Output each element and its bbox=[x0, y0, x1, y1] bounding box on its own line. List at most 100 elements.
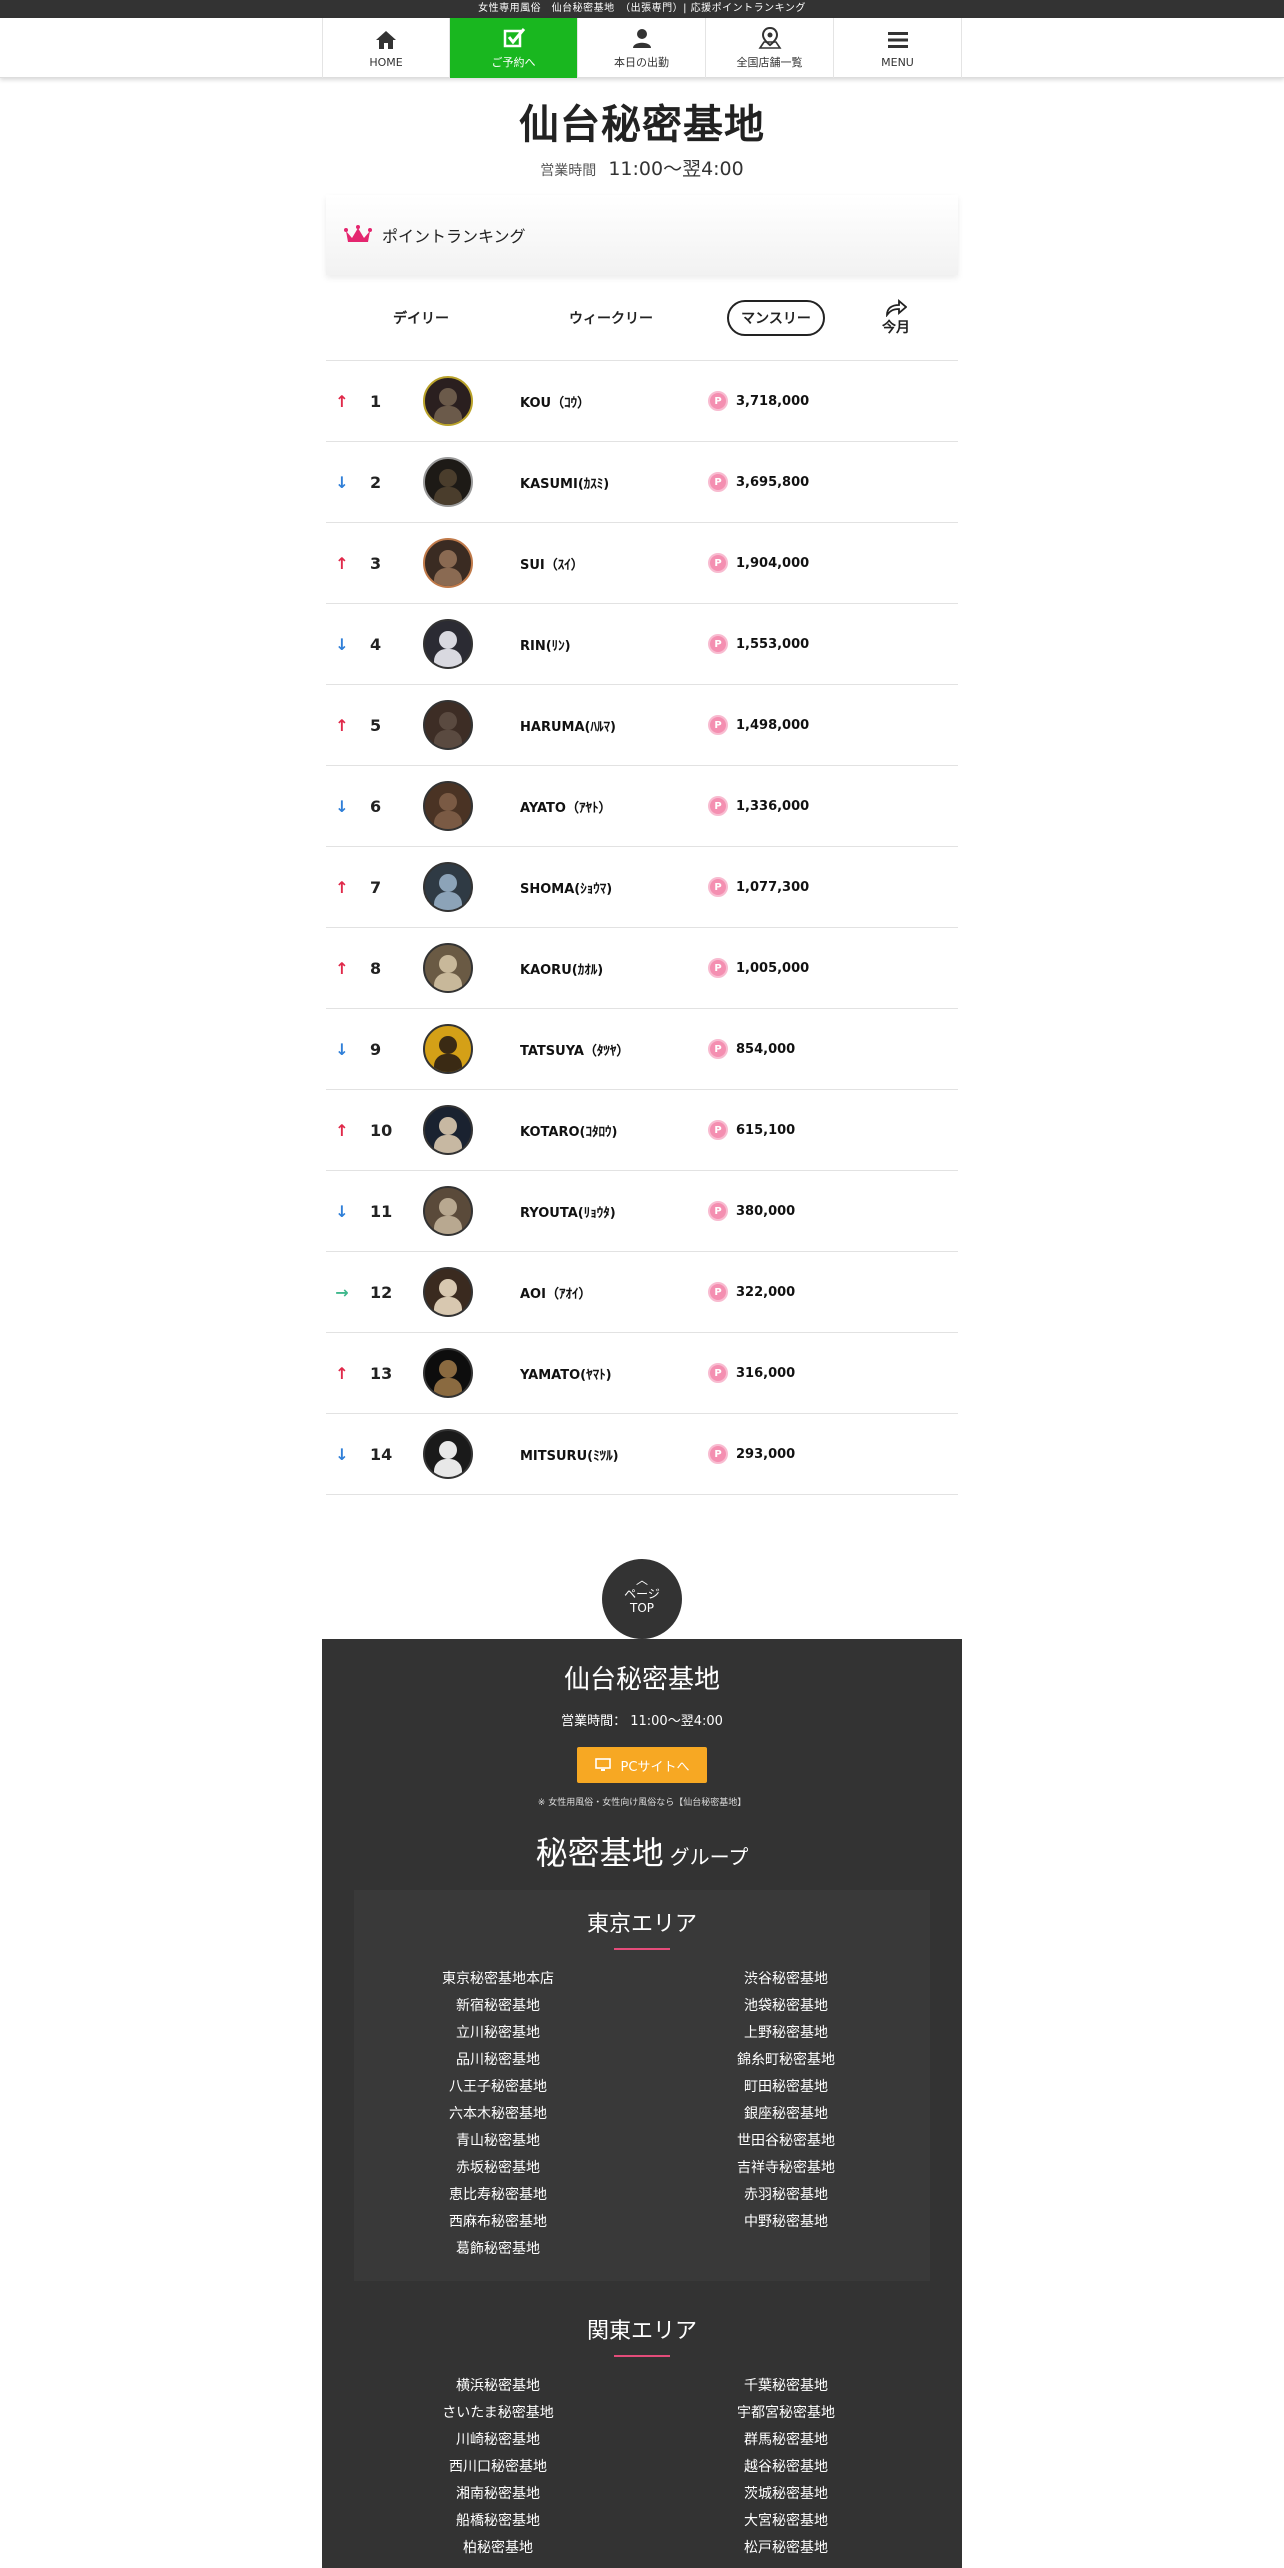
therapist-name[interactable]: SHOMA(ｼｮｳﾏ) bbox=[488, 878, 708, 897]
store-link[interactable]: 横浜秘密基地 bbox=[354, 2373, 642, 2400]
therapist-name[interactable]: TATSUYA（ﾀﾂﾔ） bbox=[488, 1040, 708, 1059]
store-link[interactable]: 松戸秘密基地 bbox=[642, 2535, 930, 2562]
therapist-name[interactable]: KOU（ｺｳ） bbox=[488, 392, 708, 411]
avatar[interactable] bbox=[423, 781, 473, 831]
points: P 380,000 bbox=[708, 1201, 795, 1221]
ranking-row[interactable]: ↑ 10 KOTARO(ｺﾀﾛｳ) P 615,100 bbox=[326, 1090, 958, 1171]
therapist-name[interactable]: RIN(ﾘﾝ) bbox=[488, 635, 708, 654]
avatar[interactable] bbox=[423, 457, 473, 507]
ranking-row[interactable]: ↑ 5 HARUMA(ﾊﾙﾏ) P 1,498,000 bbox=[326, 685, 958, 766]
therapist-name[interactable]: HARUMA(ﾊﾙﾏ) bbox=[488, 716, 708, 735]
avatar[interactable] bbox=[423, 862, 473, 912]
avatar[interactable] bbox=[423, 619, 473, 669]
store-link[interactable]: 八王子秘密基地 bbox=[354, 2074, 642, 2101]
avatar[interactable] bbox=[423, 1024, 473, 1074]
store-link[interactable]: 新宿秘密基地 bbox=[354, 1993, 642, 2020]
store-link[interactable]: 町田秘密基地 bbox=[642, 2074, 930, 2101]
avatar[interactable] bbox=[423, 1348, 473, 1398]
period-this-month[interactable]: 今月 bbox=[846, 298, 946, 337]
tokyo-area-title: 東京エリア bbox=[586, 1912, 697, 1937]
rank-number: 13 bbox=[370, 1363, 393, 1383]
avatar[interactable] bbox=[423, 1186, 473, 1236]
store-link[interactable]: 湘南秘密基地 bbox=[354, 2481, 642, 2508]
avatar[interactable] bbox=[423, 376, 473, 426]
store-link[interactable]: 恵比寿秘密基地 bbox=[354, 2182, 642, 2209]
ranking-row[interactable]: ↓ 2 KASUMI(ｶｽﾐ) P 3,695,800 bbox=[326, 442, 958, 523]
avatar[interactable] bbox=[423, 943, 473, 993]
store-link[interactable]: 上野秘密基地 bbox=[642, 2020, 930, 2047]
therapist-name[interactable]: MITSURU(ﾐﾂﾙ) bbox=[488, 1445, 708, 1464]
store-link[interactable]: 大宮秘密基地 bbox=[642, 2508, 930, 2535]
tab-weekly[interactable]: ウィークリー bbox=[516, 308, 706, 328]
store-link[interactable]: 宇都宮秘密基地 bbox=[642, 2400, 930, 2427]
rank-number: 3 bbox=[370, 553, 382, 573]
ranking-row[interactable]: ↑ 3 SUI（ｽｲ） P 1,904,000 bbox=[326, 523, 958, 604]
avatar[interactable] bbox=[423, 538, 473, 588]
therapist-name[interactable]: SUI（ｽｲ） bbox=[488, 554, 708, 573]
avatar[interactable] bbox=[423, 700, 473, 750]
store-link[interactable]: 六本木秘密基地 bbox=[354, 2101, 642, 2128]
tab-monthly[interactable]: マンスリー bbox=[706, 299, 846, 336]
ranking-row[interactable]: ↓ 6 AYATO（ｱﾔﾄ） P 1,336,000 bbox=[326, 766, 958, 847]
store-link[interactable]: 柏秘密基地 bbox=[354, 2535, 642, 2562]
avatar[interactable] bbox=[423, 1105, 473, 1155]
store-link[interactable]: 渋谷秘密基地 bbox=[642, 1966, 930, 1993]
ranking-row[interactable]: ↓ 9 TATSUYA（ﾀﾂﾔ） P 854,000 bbox=[326, 1009, 958, 1090]
store-link[interactable]: 赤坂秘密基地 bbox=[354, 2155, 642, 2182]
store-link[interactable]: 越谷秘密基地 bbox=[642, 2454, 930, 2481]
store-link[interactable]: 錦糸町秘密基地 bbox=[642, 2047, 930, 2074]
store-link[interactable]: 品川秘密基地 bbox=[354, 2047, 642, 2074]
store-link[interactable]: 西麻布秘密基地 bbox=[354, 2209, 642, 2236]
ranking-row[interactable]: ↑ 8 KAORU(ｶｵﾙ) P 1,005,000 bbox=[326, 928, 958, 1009]
therapist-name[interactable]: KAORU(ｶｵﾙ) bbox=[488, 959, 708, 978]
points-value: 316,000 bbox=[736, 1365, 796, 1381]
store-link[interactable]: 世田谷秘密基地 bbox=[642, 2128, 930, 2155]
trend-arrow-icon: ↑ bbox=[335, 1120, 349, 1140]
store-link[interactable]: 川崎秘密基地 bbox=[354, 2427, 642, 2454]
store-link[interactable]: さいたま秘密基地 bbox=[354, 2400, 642, 2427]
store-link[interactable]: 葛飾秘密基地 bbox=[354, 2236, 642, 2263]
page-top-button[interactable]: ︿ ページ TOP bbox=[602, 1559, 682, 1639]
store-link[interactable]: 銀座秘密基地 bbox=[642, 2101, 930, 2128]
ranking-row[interactable]: ↑ 1 KOU（ｺｳ） P 3,718,000 bbox=[326, 361, 958, 442]
store-link[interactable]: 吉祥寺秘密基地 bbox=[642, 2155, 930, 2182]
nav-today[interactable]: 本日の出勤 bbox=[578, 18, 706, 78]
store-link[interactable]: 青山秘密基地 bbox=[354, 2128, 642, 2155]
nav-menu[interactable]: MENU bbox=[834, 18, 962, 78]
kanto-area-title: 関東エリア bbox=[586, 2319, 697, 2344]
ranking-row[interactable]: ↑ 13 YAMATO(ﾔﾏﾄ) P 316,000 bbox=[326, 1333, 958, 1414]
ranking-row[interactable]: ↓ 4 RIN(ﾘﾝ) P 1,553,000 bbox=[326, 604, 958, 685]
avatar[interactable] bbox=[423, 1267, 473, 1317]
ranking-row[interactable]: ↓ 14 MITSURU(ﾐﾂﾙ) P 293,000 bbox=[326, 1414, 958, 1495]
ranking-row[interactable]: → 12 AOI（ｱｵｲ） P 322,000 bbox=[326, 1252, 958, 1333]
points: P 1,005,000 bbox=[708, 958, 809, 978]
avatar-wrap bbox=[408, 538, 488, 588]
therapist-name[interactable]: AOI（ｱｵｲ） bbox=[488, 1283, 708, 1302]
rank-number: 6 bbox=[370, 796, 382, 816]
pc-site-button[interactable]: PCサイトへ bbox=[577, 1747, 707, 1783]
ranking-row[interactable]: ↓ 11 RYOUTA(ﾘｮｳﾀ) P 380,000 bbox=[326, 1171, 958, 1252]
store-link[interactable]: 赤羽秘密基地 bbox=[642, 2182, 930, 2209]
nav-reserve[interactable]: ご予約へ bbox=[450, 18, 578, 78]
store-link[interactable]: 千葉秘密基地 bbox=[642, 2373, 930, 2400]
avatar[interactable] bbox=[423, 1429, 473, 1479]
store-link[interactable]: 立川秘密基地 bbox=[354, 2020, 642, 2047]
therapist-name[interactable]: KOTARO(ｺﾀﾛｳ) bbox=[488, 1121, 708, 1140]
ranking-row[interactable]: ↑ 7 SHOMA(ｼｮｳﾏ) P 1,077,300 bbox=[326, 847, 958, 928]
store-link[interactable]: 船橋秘密基地 bbox=[354, 2508, 642, 2535]
store-link[interactable]: 中野秘密基地 bbox=[642, 2209, 930, 2236]
store-link[interactable]: 西川口秘密基地 bbox=[354, 2454, 642, 2481]
store-link[interactable]: 東京秘密基地本店 bbox=[354, 1966, 642, 1993]
store-link[interactable]: 群馬秘密基地 bbox=[642, 2427, 930, 2454]
tab-daily[interactable]: デイリー bbox=[326, 308, 516, 328]
store-link[interactable]: 池袋秘密基地 bbox=[642, 1993, 930, 2020]
store-link[interactable]: 茨城秘密基地 bbox=[642, 2481, 930, 2508]
therapist-name[interactable]: KASUMI(ｶｽﾐ) bbox=[488, 473, 708, 492]
therapist-name[interactable]: YAMATO(ﾔﾏﾄ) bbox=[488, 1364, 708, 1383]
nav-home[interactable]: HOME bbox=[322, 18, 450, 78]
footer: 仙台秘密基地 営業時間： 11:00～翌4:00 PCサイトへ ※ 女性用風俗・… bbox=[322, 1639, 962, 2568]
therapist-name[interactable]: AYATO（ｱﾔﾄ） bbox=[488, 797, 708, 816]
avatar-wrap bbox=[408, 1429, 488, 1479]
nav-stores[interactable]: 全国店舗一覧 bbox=[706, 18, 834, 78]
therapist-name[interactable]: RYOUTA(ﾘｮｳﾀ) bbox=[488, 1202, 708, 1221]
